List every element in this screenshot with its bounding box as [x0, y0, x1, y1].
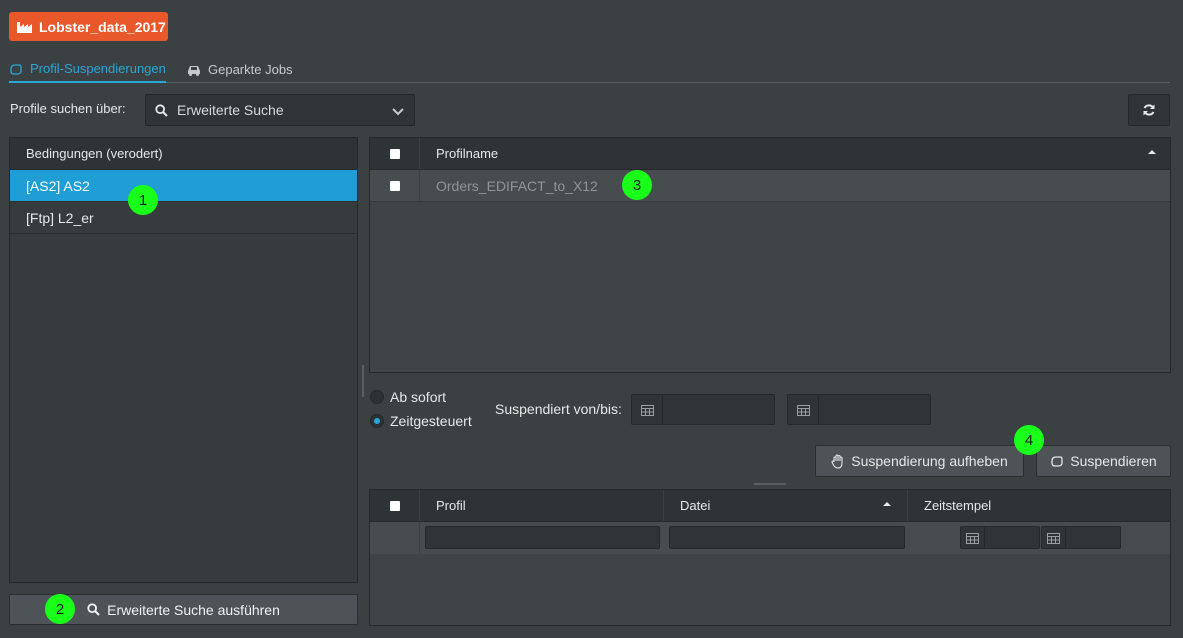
search-label: Profile suchen über: — [10, 101, 126, 116]
annotation-marker-3: 3 — [622, 170, 652, 200]
column-label: Profilname — [436, 146, 499, 161]
calendar-addon[interactable] — [632, 395, 663, 424]
car-icon — [188, 65, 200, 76]
search-icon — [87, 603, 100, 616]
unsuspend-label: Suspendierung aufheben — [851, 453, 1008, 469]
calendar-addon[interactable] — [1042, 527, 1066, 548]
radio-label: Zeitgesteuert — [390, 413, 472, 429]
unsuspend-button[interactable]: Suspendierung aufheben — [815, 445, 1024, 477]
row-checkbox[interactable] — [389, 180, 400, 191]
profil-filter-input[interactable] — [425, 526, 660, 549]
condition-item-as2[interactable]: [AS2] AS2 — [10, 170, 357, 202]
run-search-label: Erweiterte Suche ausführen — [107, 601, 280, 618]
suspend-to-date-input[interactable] — [787, 394, 931, 425]
suspend-range-label: Suspendiert von/bis: — [495, 401, 622, 417]
sort-asc-icon — [883, 502, 891, 506]
tab-label: Profil-Suspendierungen — [30, 61, 166, 76]
timestamp-from-filter[interactable] — [960, 526, 1040, 549]
select-all-checkbox[interactable] — [389, 500, 400, 511]
annotation-marker-1: 1 — [128, 185, 158, 215]
filter-spacer — [370, 522, 420, 554]
calendar-icon — [966, 532, 979, 544]
tab-profil-suspendierungen[interactable]: Profil-Suspendierungen — [9, 56, 166, 83]
tab-bar: Profil-Suspendierungen Geparkte Jobs — [9, 56, 1170, 83]
filter-row — [370, 522, 1170, 554]
select-all-cell — [370, 138, 420, 169]
search-icon — [155, 103, 168, 117]
tab-geparkte-jobs[interactable]: Geparkte Jobs — [187, 56, 307, 83]
vertical-splitter-handle[interactable] — [362, 365, 364, 397]
annotation-marker-4: 4 — [1014, 425, 1044, 455]
refresh-icon — [1143, 104, 1155, 116]
horizontal-splitter-handle[interactable] — [754, 483, 786, 485]
profile-name-cell: Orders_EDIFACT_to_X12 — [436, 177, 598, 194]
column-header-datei[interactable]: Datei — [664, 490, 908, 521]
select-all-cell — [370, 490, 420, 521]
timestamp-to-filter[interactable] — [1041, 526, 1121, 549]
sort-asc-icon — [1148, 150, 1156, 154]
app-title: Lobster_data_2017 — [39, 18, 166, 35]
tab-label: Geparkte Jobs — [208, 62, 293, 77]
profile-table: Profilname Orders_EDIFACT_to_X12 — [369, 137, 1171, 373]
calendar-icon — [1047, 532, 1060, 544]
jobs-table-header: Profil Datei Zeitstempel — [370, 490, 1170, 522]
hand-icon — [10, 63, 22, 75]
search-mode-select[interactable]: Erweiterte Suche — [145, 94, 415, 126]
conditions-header: Bedingungen (verodert) — [10, 138, 357, 170]
app-badge[interactable]: Lobster_data_2017 — [9, 12, 168, 41]
conditions-panel: Bedingungen (verodert) [AS2] AS2 [Ftp] L… — [9, 137, 358, 583]
column-label: Datei — [680, 498, 711, 513]
table-row[interactable]: Orders_EDIFACT_to_X12 — [370, 170, 1170, 202]
column-header-zeitstempel[interactable]: Zeitstempel — [908, 490, 1170, 521]
column-header-profilname[interactable]: Profilname — [420, 138, 1170, 169]
calendar-icon — [640, 404, 654, 416]
radio-button[interactable] — [370, 414, 384, 428]
suspend-label: Suspendieren — [1070, 453, 1157, 469]
calendar-icon — [796, 404, 810, 416]
calendar-addon[interactable] — [961, 527, 985, 548]
hand-icon — [1051, 456, 1063, 467]
radio-ab-sofort[interactable]: Ab sofort — [370, 389, 446, 405]
suspend-button[interactable]: Suspendieren — [1036, 445, 1171, 477]
datei-filter-input[interactable] — [669, 526, 905, 549]
select-all-checkbox[interactable] — [389, 148, 400, 159]
factory-icon — [17, 22, 32, 33]
radio-zeitgesteuert[interactable]: Zeitgesteuert — [370, 413, 472, 429]
refresh-button[interactable] — [1128, 94, 1170, 126]
hand-stop-icon — [831, 453, 843, 469]
condition-item-ftp[interactable]: [Ftp] L2_er — [10, 202, 357, 234]
radio-button[interactable] — [370, 390, 384, 404]
column-label: Profil — [436, 498, 466, 513]
search-mode-value: Erweiterte Suche — [177, 102, 284, 118]
profile-table-header: Profilname — [370, 138, 1170, 170]
calendar-addon[interactable] — [788, 395, 819, 424]
chevron-down-icon — [392, 108, 404, 116]
suspend-from-date-input[interactable] — [631, 394, 775, 425]
column-header-profil[interactable]: Profil — [420, 490, 664, 521]
column-label: Zeitstempel — [924, 498, 992, 513]
annotation-marker-2: 2 — [45, 594, 75, 624]
radio-label: Ab sofort — [390, 389, 447, 405]
row-checkbox-cell — [370, 170, 420, 201]
jobs-table: Profil Datei Zeitstempel — [369, 489, 1171, 626]
